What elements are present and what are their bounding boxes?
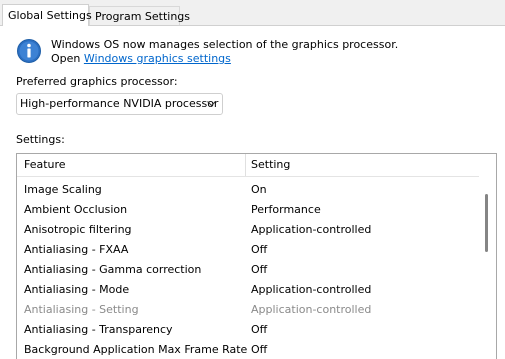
preferred-graphics-processor-dropdown[interactable]: High-performance NVIDIA processor — [16, 93, 223, 115]
table-row[interactable]: Image Scaling On — [17, 181, 479, 201]
table-row[interactable]: Antialiasing - Gamma correction Off — [17, 261, 479, 281]
feature-cell: Antialiasing - FXAA — [24, 243, 129, 256]
setting-cell: Off — [251, 243, 268, 256]
settings-label: Settings: — [16, 133, 65, 146]
open-settings-line: Open Windows graphics settings — [51, 52, 231, 65]
tab-program-settings[interactable]: Program Settings — [89, 6, 190, 25]
table-row[interactable]: Antialiasing - Transparency Off — [17, 321, 479, 341]
feature-cell: Ambient Occlusion — [24, 203, 128, 216]
setting-cell: Off — [251, 263, 268, 276]
chevron-down-icon — [207, 101, 216, 107]
table-row[interactable]: Background Application Max Frame Rate Of… — [17, 341, 479, 359]
setting-cell: Application-controlled — [251, 283, 372, 296]
feature-cell: Image Scaling — [24, 183, 102, 196]
settings-list: Feature Setting Image Scaling On Ambient… — [16, 153, 497, 359]
setting-cell: Application-controlled — [251, 223, 372, 236]
setting-cell: Off — [251, 323, 268, 336]
feature-cell: Background Application Max Frame Rate — [24, 343, 248, 356]
preferred-graphics-processor-label: Preferred graphics processor: — [16, 75, 178, 88]
table-row-disabled[interactable]: Antialiasing - Setting Application-contr… — [17, 301, 479, 321]
setting-cell: Performance — [251, 203, 321, 216]
setting-cell: On — [251, 183, 267, 196]
settings-list-header: Feature Setting — [17, 154, 479, 177]
os-manages-gpu-notice: Windows OS now manages selection of the … — [51, 38, 399, 51]
scrollbar-thumb[interactable] — [485, 194, 488, 252]
column-header-feature[interactable]: Feature — [24, 154, 66, 176]
dropdown-selected-value: High-performance NVIDIA processor — [20, 97, 219, 110]
feature-cell: Antialiasing - Mode — [24, 283, 130, 296]
nvidia-3d-settings-window: Global Settings Program Settings Windows… — [0, 0, 505, 359]
column-header-setting[interactable]: Setting — [251, 154, 290, 176]
windows-graphics-settings-link[interactable]: Windows graphics settings — [84, 52, 231, 65]
settings-list-scrollbar[interactable] — [479, 154, 496, 359]
tab-global-settings[interactable]: Global Settings — [2, 4, 92, 26]
feature-cell: Antialiasing - Transparency — [24, 323, 173, 336]
feature-cell: Anisotropic filtering — [24, 223, 132, 236]
feature-cell: Antialiasing - Setting — [24, 303, 139, 316]
table-row[interactable]: Anisotropic filtering Application-contro… — [17, 221, 479, 241]
setting-cell: Application-controlled — [251, 303, 372, 316]
global-settings-panel: Windows OS now manages selection of the … — [0, 25, 505, 359]
feature-cell: Antialiasing - Gamma correction — [24, 263, 202, 276]
column-divider[interactable] — [245, 154, 246, 176]
table-row[interactable]: Ambient Occlusion Performance — [17, 201, 479, 221]
setting-cell: Off — [251, 343, 268, 356]
table-row[interactable]: Antialiasing - FXAA Off — [17, 241, 479, 261]
open-prefix: Open — [51, 52, 84, 65]
tab-strip: Global Settings Program Settings — [0, 0, 505, 26]
table-row[interactable]: Antialiasing - Mode Application-controll… — [17, 281, 479, 301]
settings-rows: Image Scaling On Ambient Occlusion Perfo… — [17, 181, 479, 359]
info-icon — [17, 39, 41, 63]
